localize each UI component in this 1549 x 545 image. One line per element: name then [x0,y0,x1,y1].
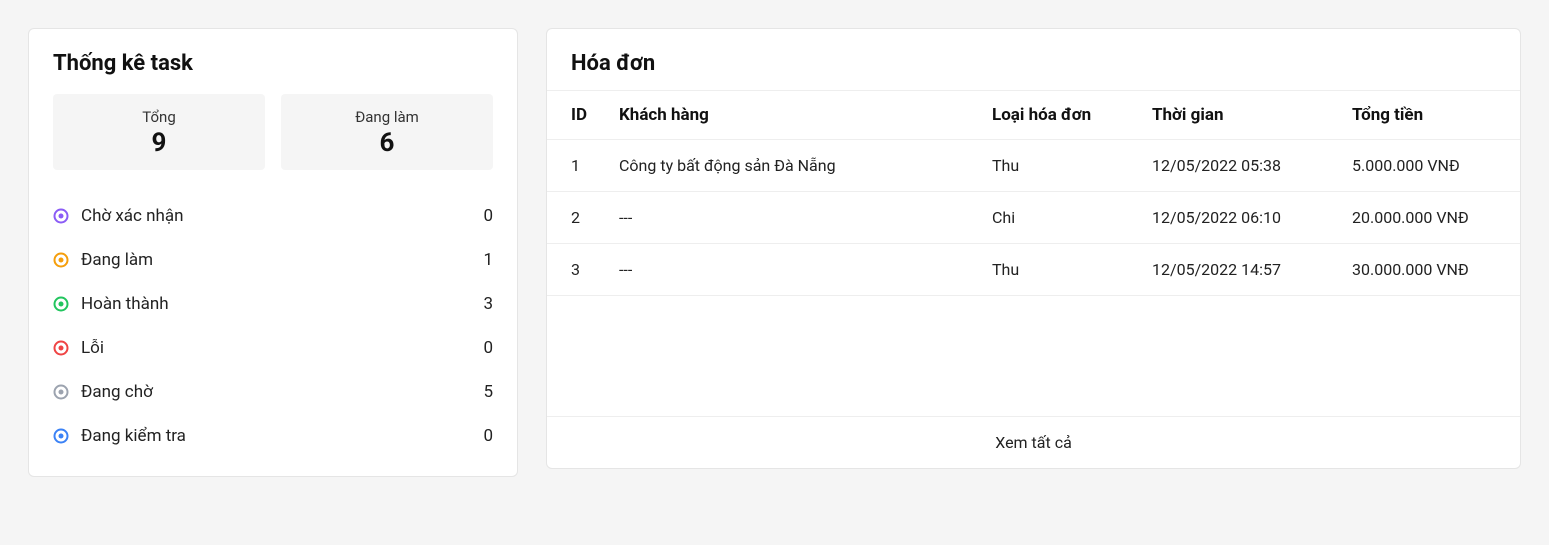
cell-customer: --- [607,244,980,296]
invoice-card: Hóa đơn ID Khách hàng Loại hóa đơn Thời … [546,28,1521,469]
target-icon [53,428,69,444]
summary-tile-total: Tổng 9 [53,94,265,170]
summary-tile-in-progress: Đang làm 6 [281,94,493,170]
status-row-error[interactable]: Lỗi 0 [53,326,493,370]
cell-time: 12/05/2022 06:10 [1140,192,1340,244]
status-row-done[interactable]: Hoàn thành 3 [53,282,493,326]
cell-time: 12/05/2022 14:57 [1140,244,1340,296]
invoice-title: Hóa đơn [547,29,1520,90]
status-label: Lỗi [81,338,104,358]
tile-value: 9 [53,128,265,158]
status-count: 5 [483,382,493,402]
cell-time: 12/05/2022 05:38 [1140,140,1340,192]
status-count: 0 [483,206,493,226]
tile-label: Tổng [53,108,265,126]
th-total: Tổng tiền [1340,91,1520,140]
cell-total: 20.000.000 VNĐ [1340,192,1520,244]
target-icon [53,296,69,312]
table-empty-space [547,296,1520,416]
status-count: 1 [483,250,493,270]
status-row-doing[interactable]: Đang làm 1 [53,238,493,282]
cell-customer: Công ty bất động sản Đà Nẵng [607,140,980,192]
th-type: Loại hóa đơn [980,91,1140,140]
task-stats-card: Thống kê task Tổng 9 Đang làm 6 Chờ xác … [28,28,518,477]
th-id: ID [547,91,607,140]
table-row[interactable]: 2 --- Chi 12/05/2022 06:10 20.000.000 VN… [547,192,1520,244]
target-icon [53,384,69,400]
table-header-row: ID Khách hàng Loại hóa đơn Thời gian Tổn… [547,91,1520,140]
status-count: 0 [483,426,493,446]
cell-type: Thu [980,140,1140,192]
view-all-button[interactable]: Xem tất cả [547,416,1520,468]
cell-type: Thu [980,244,1140,296]
status-count: 3 [483,294,493,314]
status-row-waiting[interactable]: Đang chờ 5 [53,370,493,414]
tile-label: Đang làm [281,108,493,126]
status-row-pending[interactable]: Chờ xác nhận 0 [53,194,493,238]
status-label: Đang làm [81,250,153,270]
status-label: Hoàn thành [81,294,169,314]
cell-total: 30.000.000 VNĐ [1340,244,1520,296]
tile-value: 6 [281,128,493,158]
th-customer: Khách hàng [607,91,980,140]
status-row-testing[interactable]: Đang kiểm tra 0 [53,414,493,458]
status-label: Đang kiểm tra [81,426,186,446]
cell-id: 2 [547,192,607,244]
stats-summary-row: Tổng 9 Đang làm 6 [53,94,493,170]
cell-total: 5.000.000 VNĐ [1340,140,1520,192]
status-count: 0 [483,338,493,358]
invoice-table: ID Khách hàng Loại hóa đơn Thời gian Tổn… [547,90,1520,296]
cell-customer: --- [607,192,980,244]
stats-title: Thống kê task [53,51,493,76]
cell-id: 1 [547,140,607,192]
th-time: Thời gian [1140,91,1340,140]
target-icon [53,252,69,268]
table-row[interactable]: 1 Công ty bất động sản Đà Nẵng Thu 12/05… [547,140,1520,192]
target-icon [53,340,69,356]
status-list: Chờ xác nhận 0 Đang làm 1 Hoàn thành 3 [53,194,493,458]
cell-type: Chi [980,192,1140,244]
cell-id: 3 [547,244,607,296]
status-label: Chờ xác nhận [81,206,184,226]
status-label: Đang chờ [81,382,153,402]
target-icon [53,208,69,224]
table-row[interactable]: 3 --- Thu 12/05/2022 14:57 30.000.000 VN… [547,244,1520,296]
